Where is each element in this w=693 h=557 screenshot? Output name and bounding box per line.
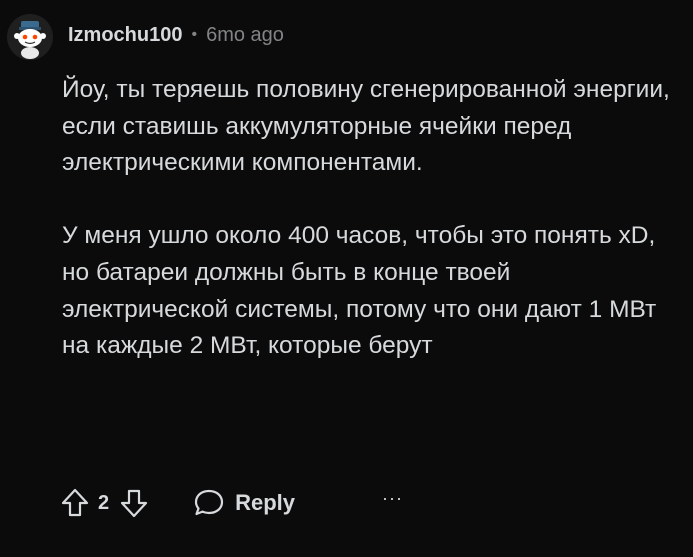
- comment-body: Йоу, ты теряешь половину сгенерированной…: [62, 72, 682, 365]
- comment-header: Izmochu100 • 6mo ago: [68, 19, 284, 51]
- reply-label: Reply: [235, 490, 296, 515]
- more-options-button[interactable]: ···: [382, 488, 403, 509]
- comment-paragraph: У меня ушло около 400 часов, чтобы это п…: [62, 222, 657, 360]
- timestamp[interactable]: 6mo ago: [206, 24, 284, 47]
- username[interactable]: Izmochu100: [68, 24, 182, 47]
- downvote-button[interactable]: [119, 487, 149, 519]
- snoo-avatar-icon: [7, 14, 53, 60]
- speech-bubble-icon: [195, 489, 224, 516]
- upvote-arrow-icon: [61, 488, 89, 517]
- meta-separator: •: [191, 26, 198, 43]
- reply-button[interactable]: Reply: [193, 488, 295, 518]
- comment-paragraph: Йоу, ты теряешь половину сгенерированной…: [62, 76, 670, 177]
- downvote-arrow-icon: [121, 489, 148, 518]
- comment: Izmochu100 • 6mo ago Йоу, ты теряешь пол…: [0, 0, 693, 557]
- upvote-button[interactable]: [60, 487, 90, 519]
- avatar[interactable]: [7, 14, 53, 60]
- comment-actions: 2 Reply: [60, 480, 295, 526]
- vote-count: 2: [98, 491, 110, 514]
